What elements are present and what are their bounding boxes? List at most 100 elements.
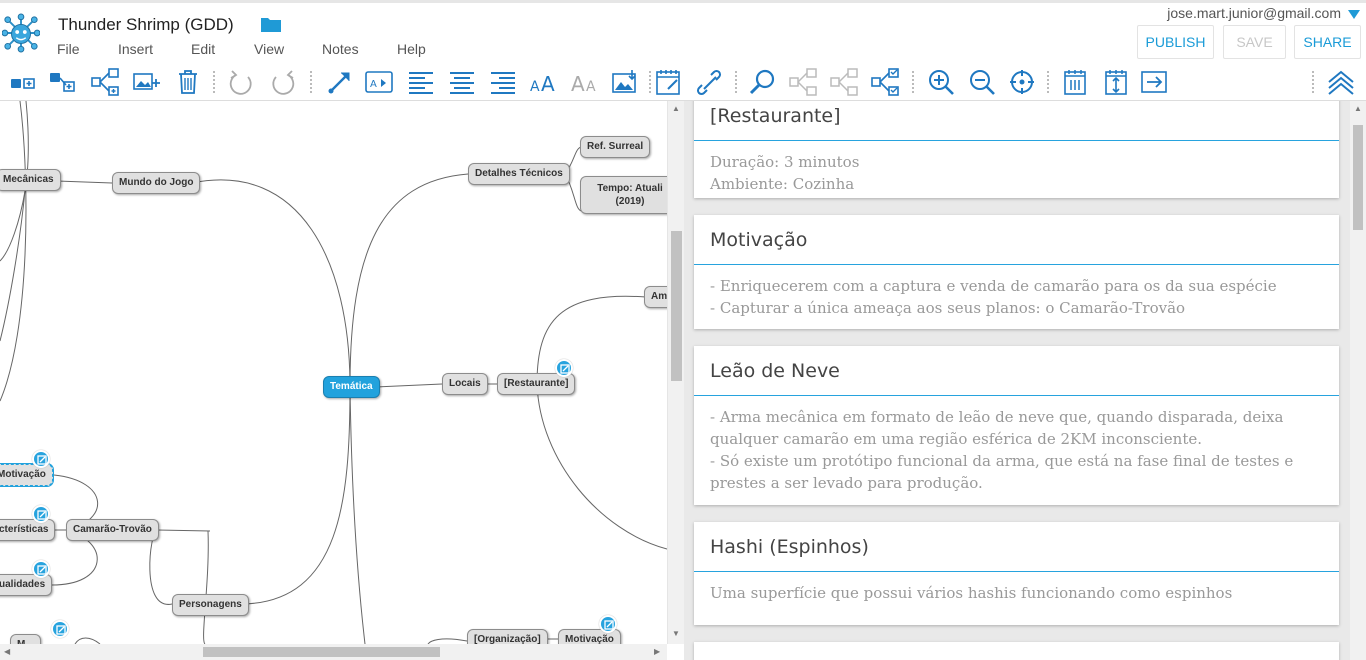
note-title (694, 642, 1339, 660)
share-button[interactable]: SHARE (1294, 25, 1361, 59)
undo-icon[interactable] (226, 67, 256, 97)
folder-icon[interactable] (260, 15, 282, 33)
publish-button[interactable]: PUBLISH (1137, 25, 1214, 59)
note-title: [Restaurante] (694, 101, 1339, 141)
notes-panel: [Restaurante] Duração: 3 minutos Ambient… (684, 101, 1350, 660)
menu-file[interactable]: File (57, 41, 80, 57)
delete-icon[interactable] (173, 67, 203, 97)
menu-notes[interactable]: Notes (322, 41, 359, 57)
toolbar-separator (1312, 71, 1314, 93)
map-title[interactable]: Thunder Shrimp (GDD) (58, 15, 234, 35)
add-topic-icon[interactable] (8, 67, 38, 97)
header: Thunder Shrimp (GDD) File Insert Edit Vi… (0, 3, 1366, 63)
mindmap-canvas[interactable]: Mecânicas Mundo do Jogo Detalhes Técnico… (0, 101, 667, 644)
font-size-up-icon[interactable]: AA (529, 67, 559, 97)
select-all-icon[interactable] (870, 67, 900, 97)
note-line: Uma superfície que possui vários hashis … (710, 584, 1233, 602)
note-badge-icon[interactable] (51, 620, 69, 638)
scrollbar-thumb[interactable] (203, 647, 440, 657)
collapse-icon[interactable] (1326, 67, 1356, 97)
zoom-out-icon[interactable] (967, 67, 997, 97)
note-card[interactable] (694, 642, 1339, 660)
node-tempo[interactable]: Tempo: Atuali (2019) (580, 176, 667, 214)
note-title: Leão de Neve (694, 346, 1339, 396)
note-icon[interactable] (654, 67, 684, 97)
canvas-vertical-scrollbar[interactable]: ▲ ▼ (667, 101, 684, 644)
svg-text:A: A (586, 79, 596, 95)
add-subtopic-icon[interactable] (48, 67, 78, 97)
node-partial[interactable]: M... (10, 634, 41, 644)
toolbar-separator (213, 71, 215, 93)
app-logo-icon[interactable] (1, 13, 41, 53)
menu-edit[interactable]: Edit (191, 41, 215, 57)
node-motivacao[interactable]: Motivação (0, 464, 53, 486)
align-left-icon[interactable] (406, 67, 436, 97)
scroll-up-icon[interactable]: ▲ (1354, 104, 1362, 113)
redo-icon[interactable] (268, 67, 298, 97)
note-badge-icon[interactable] (32, 505, 50, 523)
node-mundo-do-jogo[interactable]: Mundo do Jogo (112, 172, 201, 194)
node-am[interactable]: Am (644, 286, 667, 308)
toolbar-separator (735, 71, 737, 93)
node-mecanicas[interactable]: Mecânicas (0, 169, 61, 191)
note-body: - Arma mecânica em formato de leão de ne… (694, 396, 1339, 504)
node-detalhes-tecnicos[interactable]: Detalhes Técnicos (468, 163, 570, 185)
save-button[interactable]: SAVE (1223, 25, 1286, 59)
note-title: Motivação (694, 215, 1339, 265)
clear-icon[interactable] (1060, 67, 1090, 97)
svg-text:A: A (370, 79, 377, 90)
select-children-icon[interactable] (829, 67, 859, 97)
search-icon[interactable] (748, 67, 778, 97)
menu-insert[interactable]: Insert (118, 41, 153, 57)
node-personagens[interactable]: Personagens (172, 594, 249, 616)
note-card[interactable]: Motivação - Enriquecerem com a captura e… (694, 215, 1339, 329)
note-badge-icon[interactable] (32, 560, 50, 578)
node-locais[interactable]: Locais (442, 373, 488, 395)
chevron-down-icon[interactable] (1348, 7, 1360, 19)
align-center-icon[interactable] (447, 67, 477, 97)
svg-text:A: A (530, 79, 540, 95)
node-camarao-trovao[interactable]: Camarão-Trovão (66, 519, 159, 541)
link-icon[interactable] (694, 67, 724, 97)
menu-help[interactable]: Help (397, 41, 426, 57)
font-size-down-icon[interactable]: AA (570, 67, 600, 97)
image-settings-icon[interactable] (610, 67, 640, 97)
note-card[interactable]: Leão de Neve - Arma mecânica em formato … (694, 346, 1339, 505)
user-email[interactable]: jose.mart.junior@gmail.com (1167, 5, 1341, 21)
note-badge-icon[interactable] (32, 450, 50, 468)
node-caracteristicas[interactable]: cterísticas (0, 519, 56, 541)
zoom-in-icon[interactable] (926, 67, 956, 97)
canvas-horizontal-scrollbar[interactable]: ◀ ▶ (0, 644, 667, 660)
note-line: Duração: 3 minutos (710, 153, 860, 171)
note-badge-icon[interactable] (555, 359, 573, 377)
align-right-icon[interactable] (488, 67, 518, 97)
toolbar-separator (310, 71, 312, 93)
note-title: Hashi (Espinhos) (694, 522, 1339, 572)
scroll-up-icon[interactable]: ▲ (672, 104, 680, 113)
connector-icon[interactable] (325, 67, 355, 97)
note-line: - Enriquecerem com a captura e venda de … (710, 277, 1277, 295)
scrollbar-thumb[interactable] (1353, 125, 1363, 230)
fit-icon[interactable] (1101, 67, 1131, 97)
add-relationship-icon[interactable] (90, 67, 120, 97)
notes-vertical-scrollbar[interactable]: ▲ (1350, 101, 1366, 660)
menu-view[interactable]: View (254, 41, 284, 57)
note-card[interactable]: Hashi (Espinhos) Uma superfície que poss… (694, 522, 1339, 625)
scroll-down-icon[interactable]: ▼ (672, 629, 680, 638)
scroll-left-icon[interactable]: ◀ (4, 647, 10, 656)
center-icon[interactable] (1007, 67, 1037, 97)
note-body: Uma superfície que possui vários hashis … (694, 572, 1339, 614)
scrollbar-thumb[interactable] (671, 231, 682, 381)
svg-text:A: A (571, 72, 585, 96)
toolbar-separator (912, 71, 914, 93)
node-tematica[interactable]: Temática (323, 376, 380, 398)
add-image-icon[interactable] (132, 67, 162, 97)
node-organizacao[interactable]: [Organização] (467, 629, 548, 644)
select-siblings-icon[interactable] (788, 67, 818, 97)
export-icon[interactable] (1139, 67, 1169, 97)
node-ref-surreal[interactable]: Ref. Surreal (580, 136, 651, 158)
note-card[interactable]: [Restaurante] Duração: 3 minutos Ambient… (694, 101, 1339, 198)
note-badge-icon[interactable] (599, 615, 617, 633)
text-style-icon[interactable]: A (364, 67, 394, 97)
scroll-right-icon[interactable]: ▶ (654, 647, 660, 656)
